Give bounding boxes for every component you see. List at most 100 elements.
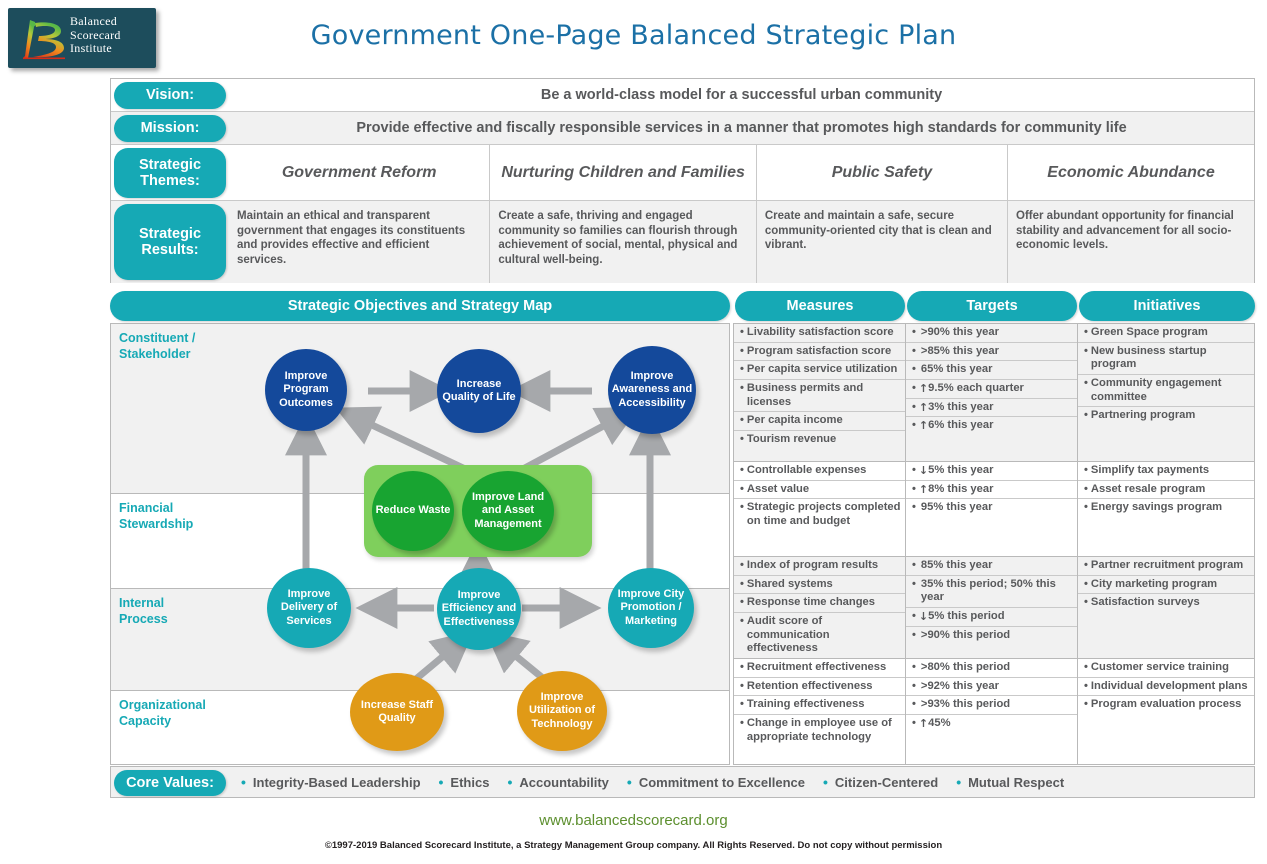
arrow-down-icon: ↓: [918, 609, 929, 623]
bullet-icon: •: [740, 614, 744, 627]
core-value-item: • Accountability: [507, 774, 608, 790]
list-item-text: Shared systems: [746, 577, 833, 590]
list-item-text: New business startup program: [1090, 344, 1207, 371]
list-item-text: Retention effectiveness: [746, 679, 873, 692]
mission-row: Mission: Provide effective and fiscally …: [111, 112, 1254, 145]
list-item-text: Change in employee use of appropriate te…: [746, 716, 892, 743]
list-item: • Green Space program: [1078, 324, 1254, 343]
list-item-text: Audit score of communication effectivene…: [746, 614, 830, 655]
node-improve-awareness-accessibility[interactable]: Improve Awareness and Accessibility: [608, 346, 696, 434]
target-item: • ↑ 8% this year: [906, 481, 1078, 500]
bullet-icon: •: [1084, 326, 1088, 338]
target-text: 45%: [928, 716, 951, 729]
vision-text: Be a world-class model for a successful …: [540, 87, 943, 103]
website-url[interactable]: www.balancedscorecard.org: [0, 812, 1267, 829]
bullet-icon: •: [912, 679, 916, 692]
strategic-themes-row: Strategic Themes: Government Reform Nurt…: [111, 145, 1254, 201]
strategy-map-panel: Strategic Objectives and Strategy Map Co…: [110, 291, 730, 765]
list-item-text: Index of program results: [746, 559, 879, 571]
node-increase-quality-of-life[interactable]: Increase Quality of Life: [437, 349, 521, 433]
list-item: • Partner recruitment program: [1078, 557, 1254, 576]
bullet-icon: •: [740, 698, 744, 711]
node-improve-city-promotion-marketing[interactable]: Improve City Promotion / Marketing: [608, 568, 694, 648]
targets-header: Targets: [907, 291, 1077, 321]
list-item: • Shared systems: [734, 576, 906, 595]
vision-row: Vision: Be a world-class model for a suc…: [111, 79, 1254, 112]
list-item-text: Satisfaction surveys: [1090, 596, 1200, 609]
core-values-list: • Integrity-Based Leadership • Ethics • Accou…: [241, 767, 1254, 797]
list-item: • Index of program results: [734, 557, 906, 576]
initiatives-header: Initiatives: [1079, 291, 1255, 321]
bullet-icon: •: [956, 774, 962, 790]
bullet-icon: •: [1084, 698, 1088, 711]
node-label: Increase Quality of Life: [442, 377, 516, 403]
bullet-icon: •: [912, 363, 916, 376]
list-item: • Partnering program: [1078, 407, 1254, 425]
core-value-item: • Mutual Respect: [956, 774, 1064, 790]
list-item: • Business permits and licenses: [734, 380, 906, 413]
list-item: • Energy savings program: [1078, 499, 1254, 517]
list-item-text: Recruitment effectiveness: [746, 661, 887, 673]
core-value-text: Integrity-Based Leadership: [252, 774, 421, 790]
node-improve-delivery-of-services[interactable]: Improve Delivery of Services: [267, 568, 351, 648]
target-item: • >92% this year: [906, 678, 1078, 697]
list-item-text: Program satisfaction score: [746, 344, 892, 357]
node-label: Improve Program Outcomes: [279, 370, 333, 409]
page-title: Government One-Page Balanced Strategic P…: [310, 20, 957, 51]
core-value-text: Citizen-Centered: [834, 774, 939, 790]
strategic-results-row: Strategic Results: Maintain an ethical a…: [111, 201, 1254, 283]
list-item: • Asset value: [734, 481, 906, 500]
core-value-text: Accountability: [519, 774, 609, 790]
node-improve-land-asset-management[interactable]: Improve Land and Asset Management: [462, 471, 554, 551]
bullet-icon: •: [740, 363, 744, 376]
theme-cell-2: Nurturing Children and Families: [490, 145, 757, 200]
node-label: Improve Awareness and Accessibility: [611, 370, 693, 409]
node-improve-efficiency-effectiveness[interactable]: Improve Efficiency and Effectiveness: [437, 568, 521, 650]
targets-column: • >90% this year • >85% this year • 65% this …: [905, 323, 1079, 765]
list-item: • Response time changes: [734, 594, 906, 613]
node-improve-program-outcomes[interactable]: Improve Program Outcomes: [265, 349, 347, 431]
target-item: • >90% this year: [906, 324, 1078, 343]
strategic-results-label: Strategic Results:: [114, 204, 226, 280]
balanced-scorecard-main: Strategic Objectives and Strategy Map Co…: [110, 291, 1255, 765]
node-label: Improve City Promotion / Marketing: [617, 588, 685, 627]
measures-header: Measures: [735, 291, 905, 321]
measures-cell-financial: • Controllable expenses • Asset value • Strat…: [734, 462, 906, 557]
bullet-icon: •: [241, 774, 246, 790]
core-values-bar: Core Values: • Integrity-Based Leadership…: [110, 766, 1255, 798]
targets-cell-organizational: • >80% this period • >92% this year • >93% th…: [906, 659, 1078, 764]
strategic-themes-label-text: Strategic Themes:: [138, 156, 202, 189]
node-label: Improve Delivery of Services: [280, 588, 338, 627]
bullet-icon: •: [912, 716, 916, 729]
bullet-icon: •: [740, 661, 744, 673]
core-value-text: Mutual Respect: [968, 774, 1065, 790]
bullet-icon: •: [1084, 482, 1088, 495]
list-item: • Strategic projects completed on time an…: [734, 499, 906, 530]
list-item-text: Individual development plans: [1090, 679, 1248, 692]
target-text: 5% this year: [928, 464, 994, 476]
list-item: • New business startup program: [1078, 343, 1254, 375]
target-text: 3% this year: [928, 400, 994, 413]
vision-content: Be a world-class model for a successful …: [229, 79, 1254, 111]
node-increase-staff-quality[interactable]: Increase Staff Quality: [350, 673, 444, 751]
list-item: • Community engagement committee: [1078, 375, 1254, 408]
target-text: >80% this period: [920, 661, 1011, 673]
list-item: • Controllable expenses: [734, 462, 906, 481]
list-item-text: Training effectiveness: [746, 698, 865, 711]
list-item: • Program evaluation process: [1078, 696, 1254, 714]
bullet-icon: •: [912, 577, 916, 590]
list-item-text: Business permits and licenses: [746, 381, 864, 408]
bullet-icon: •: [740, 464, 744, 476]
list-item-text: Green Space program: [1090, 326, 1208, 338]
target-text: 65% this year: [920, 363, 993, 376]
measures-column: • Livability satisfaction score • Program s…: [733, 323, 907, 765]
node-reduce-waste[interactable]: Reduce Waste: [372, 471, 454, 551]
core-value-item: • Commitment to Excellence: [627, 774, 805, 790]
mission-label: Mission:: [114, 115, 226, 142]
measures-cell-constituent: • Livability satisfaction score • Program s…: [734, 324, 906, 462]
arrow-up-icon: ↑: [918, 419, 929, 433]
vision-label: Vision:: [114, 82, 226, 109]
node-improve-utilization-of-technology[interactable]: Improve Utilization of Technology: [517, 671, 607, 751]
strategic-results-content: Maintain an ethical and transparent gove…: [229, 201, 1254, 283]
list-item: • Recruitment effectiveness: [734, 659, 906, 678]
